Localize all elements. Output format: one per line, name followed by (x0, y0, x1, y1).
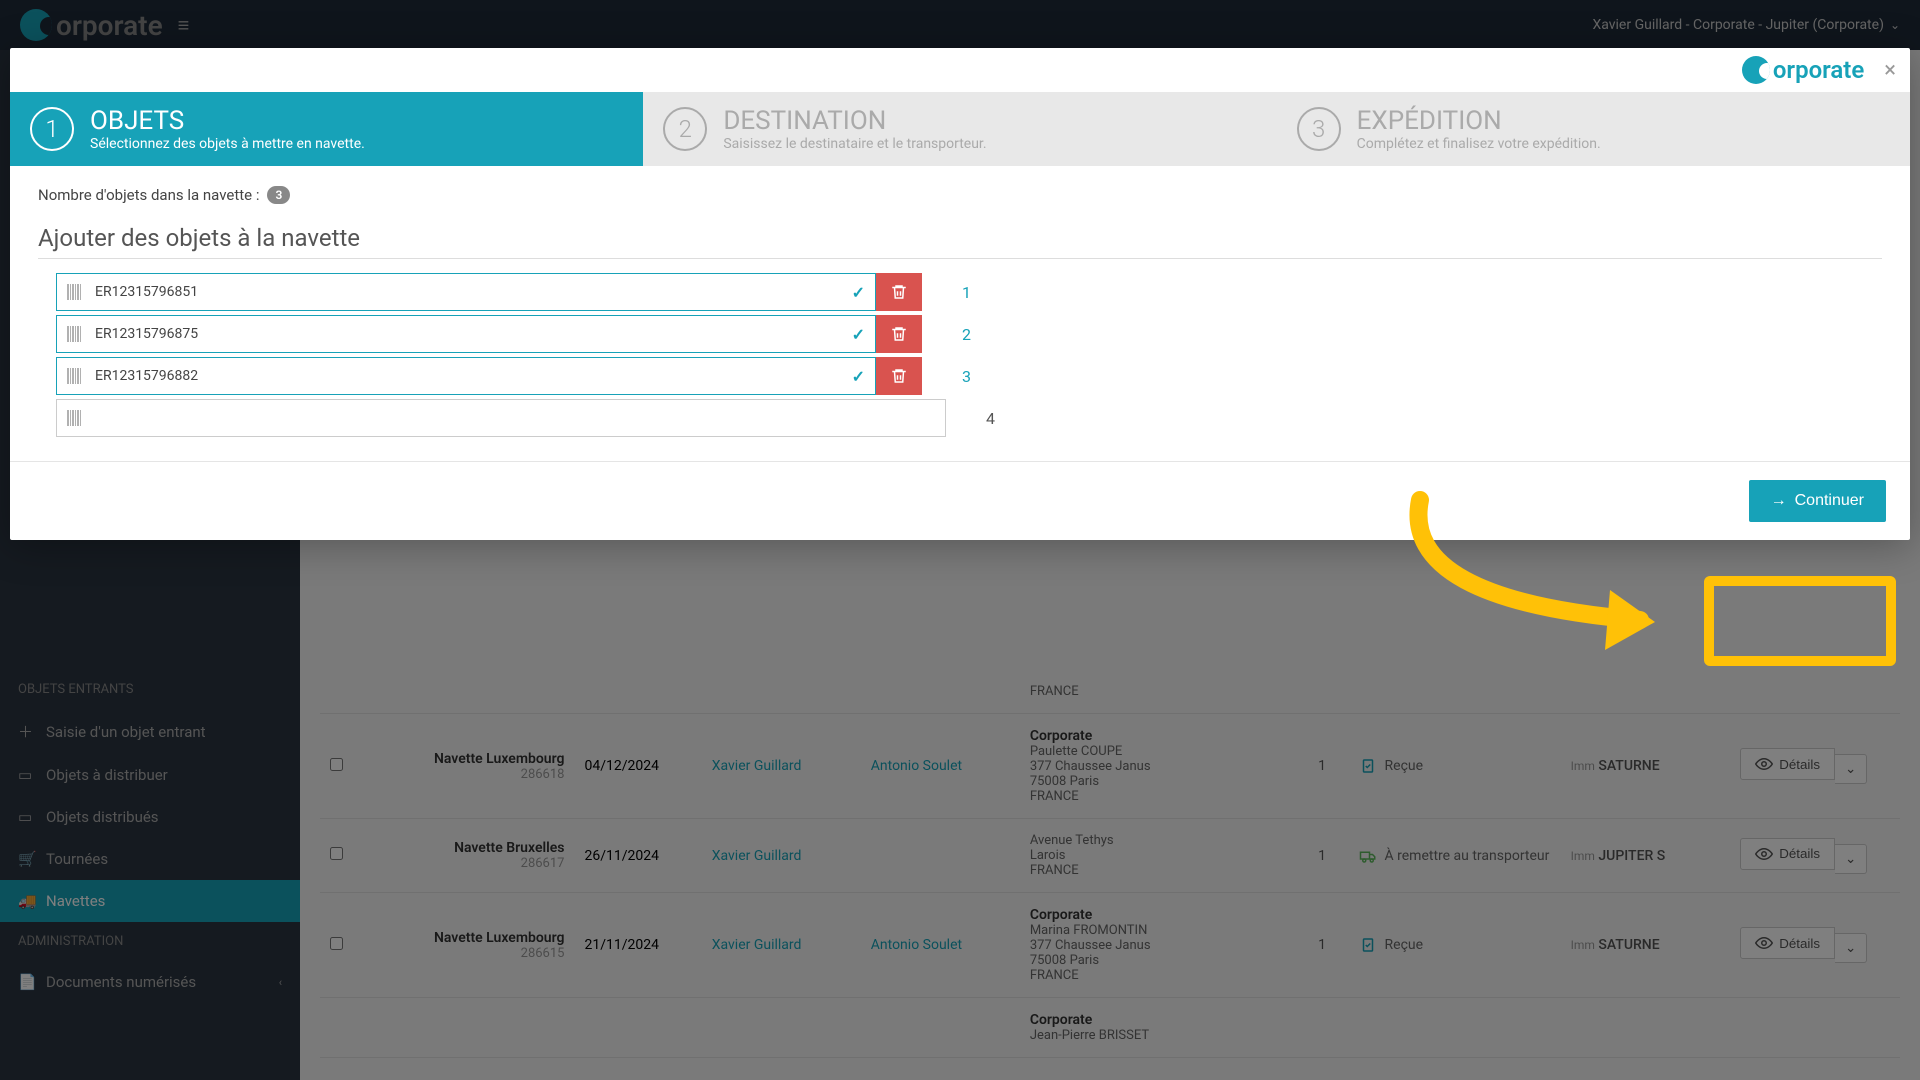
object-input-filled[interactable]: ER12315796851 ✓ (56, 273, 876, 311)
delete-button[interactable] (876, 315, 922, 353)
count-label: Nombre d'objets dans la navette : (38, 186, 259, 204)
object-count: Nombre d'objets dans la navette : 3 (38, 186, 1882, 204)
barcode-icon (67, 326, 85, 342)
check-icon: ✓ (852, 283, 865, 302)
modal-brand-icon (1742, 56, 1770, 84)
barcode-icon (67, 284, 85, 300)
row-number: 2 (962, 325, 971, 344)
object-row: ER12315796875 ✓ 2 (56, 315, 1882, 353)
step-subtitle: Saisissez le destinataire et le transpor… (723, 136, 986, 152)
step-number: 1 (30, 107, 74, 151)
row-number: 1 (962, 283, 971, 302)
wizard-step-3[interactable]: 3 EXPÉDITION Complétez et finalisez votr… (1277, 92, 1910, 166)
row-number: 4 (986, 409, 995, 428)
object-row-empty: 4 (56, 399, 1882, 437)
object-code: ER12315796875 (95, 326, 852, 342)
wizard-step-2[interactable]: 2 DESTINATION Saisissez le destinataire … (643, 92, 1276, 166)
step-number: 2 (663, 107, 707, 151)
trash-icon (890, 325, 908, 343)
modal-brand-text: orporate (1773, 56, 1864, 84)
continue-button[interactable]: → Continuer (1749, 480, 1886, 522)
step-title: OBJETS (90, 106, 365, 136)
check-icon: ✓ (852, 367, 865, 386)
object-code-input[interactable] (95, 410, 935, 426)
delete-button[interactable] (876, 273, 922, 311)
trash-icon (890, 367, 908, 385)
step-title: DESTINATION (723, 106, 986, 136)
count-badge: 3 (267, 186, 290, 204)
step-number: 3 (1297, 107, 1341, 151)
barcode-icon (67, 410, 85, 426)
object-input-filled[interactable]: ER12315796875 ✓ (56, 315, 876, 353)
step-subtitle: Sélectionnez des objets à mettre en nave… (90, 136, 365, 152)
step-subtitle: Complétez et finalisez votre expédition. (1357, 136, 1601, 152)
object-code: ER12315796882 (95, 368, 852, 384)
arrow-right-icon: → (1771, 492, 1787, 510)
check-icon: ✓ (852, 325, 865, 344)
wizard-modal: orporate × 1 OBJETS Sélectionnez des obj… (10, 48, 1910, 540)
object-row: ER12315796851 ✓ 1 (56, 273, 1882, 311)
delete-button[interactable] (876, 357, 922, 395)
object-input-empty[interactable] (56, 399, 946, 437)
object-input-filled[interactable]: ER12315796882 ✓ (56, 357, 876, 395)
add-objects-title: Ajouter des objets à la navette (38, 224, 1882, 259)
wizard-step-1[interactable]: 1 OBJETS Sélectionnez des objets à mettr… (10, 92, 643, 166)
row-number: 3 (962, 367, 971, 386)
trash-icon (890, 283, 908, 301)
object-row: ER12315796882 ✓ 3 (56, 357, 1882, 395)
wizard-steps: 1 OBJETS Sélectionnez des objets à mettr… (10, 92, 1910, 166)
modal-brand-logo: orporate (1742, 56, 1864, 84)
continue-label: Continuer (1795, 492, 1864, 510)
close-button[interactable]: × (1884, 58, 1896, 83)
object-code: ER12315796851 (95, 284, 852, 300)
step-title: EXPÉDITION (1357, 106, 1601, 136)
barcode-icon (67, 368, 85, 384)
